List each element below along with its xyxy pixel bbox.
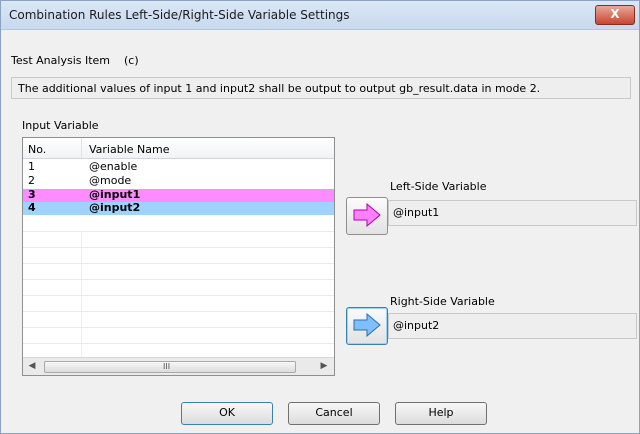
- description-box: The additional values of input 1 and inp…: [11, 77, 631, 99]
- scroll-left-icon[interactable]: ◀: [25, 360, 39, 373]
- column-header-no[interactable]: No.: [28, 143, 46, 156]
- right-arrow-icon: [353, 203, 381, 227]
- column-divider: [81, 280, 82, 296]
- column-divider: [81, 312, 82, 328]
- column-divider: [81, 328, 82, 344]
- horizontal-scrollbar[interactable]: ◀ III ▶: [23, 357, 334, 375]
- close-icon: X: [610, 7, 620, 21]
- list-header: No. Variable Name: [23, 138, 334, 159]
- column-divider: [81, 296, 82, 312]
- cancel-button[interactable]: Cancel: [288, 402, 380, 425]
- set-left-side-button[interactable]: [346, 197, 388, 235]
- window-title: Combination Rules Left-Side/Right-Side V…: [9, 8, 350, 22]
- empty-row: [23, 231, 334, 248]
- column-divider: [81, 264, 82, 280]
- empty-row: [23, 279, 334, 296]
- row-number: 3: [28, 188, 36, 201]
- row-variable-name: @input1: [89, 188, 141, 201]
- scrollbar-thumb[interactable]: III: [44, 361, 296, 373]
- empty-row: [23, 295, 334, 312]
- close-button[interactable]: X: [595, 5, 635, 25]
- left-side-variable-label: Left-Side Variable: [390, 180, 487, 193]
- input-variable-list[interactable]: No. Variable Name 1 @enable 2 @mode 3 @i…: [22, 137, 335, 376]
- empty-row: [23, 327, 334, 344]
- help-button[interactable]: Help: [395, 402, 487, 425]
- title-bar: Combination Rules Left-Side/Right-Side V…: [1, 1, 639, 30]
- column-divider: [81, 248, 82, 264]
- list-item-selected-right[interactable]: 4 @input2: [23, 202, 334, 215]
- empty-row: [23, 247, 334, 264]
- description-text: The additional values of input 1 and inp…: [18, 82, 541, 95]
- column-header-variable-name[interactable]: Variable Name: [89, 143, 170, 156]
- scroll-right-icon[interactable]: ▶: [317, 360, 331, 373]
- column-divider: [81, 232, 82, 248]
- row-number: 2: [28, 174, 35, 187]
- left-side-variable-field: @input1: [388, 200, 637, 226]
- dialog-window: Combination Rules Left-Side/Right-Side V…: [0, 0, 640, 434]
- scrollbar-grip: III: [163, 362, 171, 371]
- empty-row: [23, 311, 334, 328]
- list-item[interactable]: 2 @mode: [23, 175, 334, 187]
- row-number: 1: [28, 160, 35, 173]
- analysis-item-label: Test Analysis Item: [11, 54, 111, 67]
- input-variable-label: Input Variable: [22, 119, 99, 132]
- list-item[interactable]: 1 @enable: [23, 161, 334, 173]
- set-right-side-button[interactable]: [346, 307, 388, 345]
- row-variable-name: @enable: [89, 160, 138, 173]
- row-variable-name: @mode: [89, 174, 132, 187]
- right-arrow-icon: [353, 313, 381, 337]
- left-side-variable-value: @input1: [393, 206, 440, 219]
- list-item-selected-left[interactable]: 3 @input1: [23, 189, 334, 202]
- row-variable-name: @input2: [89, 201, 141, 214]
- row-number: 4: [28, 201, 36, 214]
- analysis-item-value: (c): [124, 54, 139, 67]
- right-side-variable-value: @input2: [393, 319, 440, 332]
- column-divider: [81, 138, 82, 158]
- ok-button[interactable]: OK: [181, 402, 273, 425]
- right-side-variable-label: Right-Side Variable: [390, 295, 495, 308]
- empty-row: [23, 263, 334, 280]
- right-side-variable-field: @input2: [388, 313, 637, 339]
